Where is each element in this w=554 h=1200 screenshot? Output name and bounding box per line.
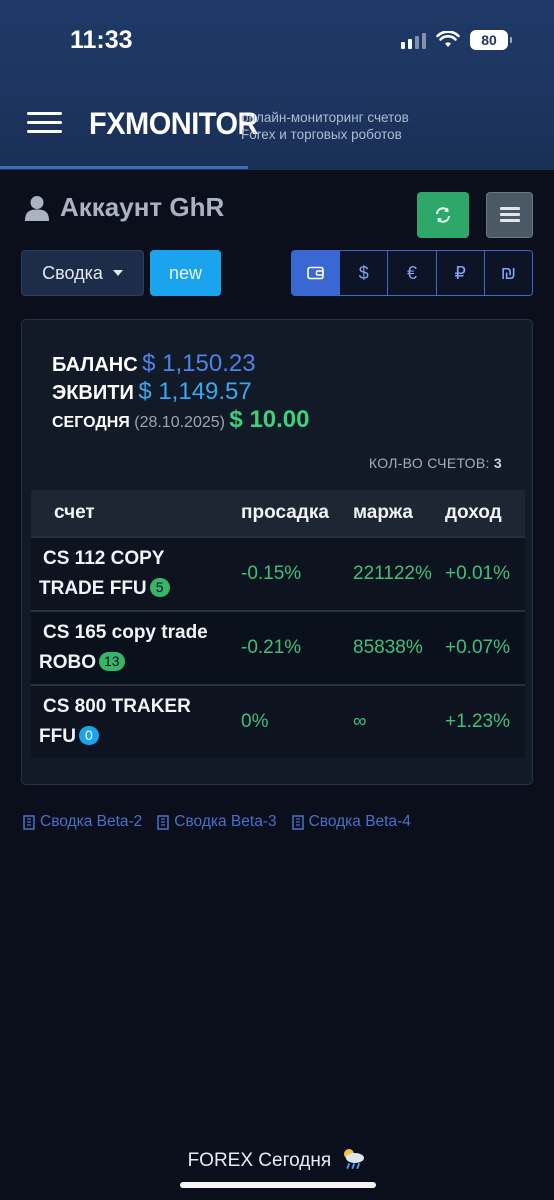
menu-button[interactable] bbox=[27, 112, 62, 134]
currency-switcher: $ € ₽ ₪ bbox=[291, 250, 533, 296]
tagline-line1: онлайн-мониторинг счетов bbox=[241, 110, 409, 125]
currency-eur-button[interactable]: € bbox=[387, 251, 436, 295]
account-name-line1: CS 165 copy trade bbox=[43, 622, 208, 643]
tagline-line2: Forex и торговых роботов bbox=[241, 127, 402, 142]
accounts-count-value: 3 bbox=[493, 455, 502, 471]
chevron-down-icon bbox=[112, 270, 123, 276]
today-date: (28.10.2025) bbox=[134, 414, 225, 431]
summary-dropdown-label: Сводка bbox=[42, 262, 103, 283]
margin-value: 221122% bbox=[353, 563, 432, 584]
account-name[interactable]: CS 165 copy trade ROBO 13 bbox=[31, 618, 231, 678]
today-label: СЕГОДНЯ bbox=[52, 414, 130, 431]
signal-icon bbox=[401, 31, 426, 49]
income-value: +1.23% bbox=[445, 711, 510, 732]
beta-2-link[interactable]: Сводка Beta-2 bbox=[22, 813, 142, 831]
status-time: 11:33 bbox=[70, 26, 133, 54]
currency-usd-button[interactable]: $ bbox=[339, 251, 388, 295]
status-icons: 80 bbox=[401, 30, 512, 50]
table-row[interactable]: CS 800 TRAKER FFU 0 0% ∞ +1.23% bbox=[31, 684, 525, 758]
building-icon bbox=[157, 814, 170, 830]
header-progress-line bbox=[0, 166, 248, 169]
table-header: счет просадка маржа доход bbox=[31, 490, 525, 536]
app-header: 11:33 80 FXMONITOR онлайн-мониторинг сче… bbox=[0, 0, 554, 170]
margin-value: 85838% bbox=[353, 637, 423, 658]
currency-rub-button[interactable]: ₽ bbox=[435, 251, 484, 295]
equity-value: $ 1,149.57 bbox=[138, 378, 252, 405]
accounts-count: КОЛ-ВО СЧЕТОВ: 3 bbox=[369, 455, 502, 471]
drawdown-value: -0.21% bbox=[241, 637, 302, 658]
home-indicator bbox=[180, 1182, 376, 1188]
col-header-income[interactable]: доход bbox=[437, 502, 525, 524]
forex-today-banner[interactable]: FOREX Сегодня bbox=[0, 1146, 554, 1172]
income-value: +0.01% bbox=[445, 563, 510, 584]
col-header-drawdown[interactable]: просадка bbox=[231, 502, 341, 524]
weather-icon bbox=[344, 1149, 365, 1169]
balance-value: $ 1,150.23 bbox=[142, 350, 256, 377]
account-name[interactable]: CS 112 COPY TRADE FFU 5 bbox=[31, 544, 231, 604]
account-name-line1: CS 112 COPY bbox=[43, 548, 165, 569]
drawdown-value: -0.15% bbox=[241, 563, 302, 584]
beta-4-link[interactable]: Сводка Beta-4 bbox=[291, 813, 411, 831]
currency-wallet-button[interactable] bbox=[292, 251, 340, 295]
table-row[interactable]: CS 112 COPY TRADE FFU 5 -0.15% 221122% +0… bbox=[31, 536, 525, 610]
account-heading: Аккаунт GhR bbox=[24, 192, 224, 223]
app-logo[interactable]: FXMONITOR bbox=[89, 106, 258, 142]
trades-badge: 13 bbox=[99, 652, 125, 671]
building-icon bbox=[291, 814, 304, 830]
accounts-table: счет просадка маржа доход CS 112 COPY TR… bbox=[31, 490, 525, 758]
app-tagline: онлайн-мониторинг счетов Forex и торговы… bbox=[241, 109, 409, 143]
forex-today-label: FOREX Сегодня bbox=[187, 1150, 332, 1171]
account-title: Аккаунт GhR bbox=[60, 192, 225, 222]
today-row: СЕГОДНЯ (28.10.2025) $ 10.00 bbox=[52, 406, 310, 434]
refresh-icon bbox=[436, 207, 450, 223]
new-button[interactable]: new bbox=[150, 250, 221, 296]
building-icon bbox=[23, 814, 35, 830]
account-name-line2: FFU 0 bbox=[39, 722, 231, 752]
balance-label: БАЛАНС bbox=[52, 354, 138, 376]
wifi-icon bbox=[436, 31, 460, 47]
list-view-button[interactable] bbox=[486, 192, 533, 238]
beta-3-link[interactable]: Сводка Beta-3 bbox=[156, 813, 277, 831]
summary-card: БАЛАНС $ 1,150.23 ЭКВИТИ $ 1,149.57 СЕГО… bbox=[21, 319, 533, 785]
beta-links: Сводка Beta-2 Сводка Beta-3 Сводка Beta-… bbox=[22, 813, 411, 831]
col-header-margin[interactable]: маржа bbox=[341, 502, 437, 524]
equity-row: ЭКВИТИ $ 1,149.57 bbox=[52, 378, 252, 406]
trades-badge: 5 bbox=[149, 578, 170, 597]
battery-icon: 80 bbox=[470, 30, 512, 50]
accounts-count-label: КОЛ-ВО СЧЕТОВ: bbox=[368, 455, 490, 471]
margin-value: ∞ bbox=[353, 711, 367, 732]
drawdown-value: 0% bbox=[241, 711, 269, 732]
list-icon bbox=[499, 207, 520, 222]
summary-dropdown[interactable]: Сводка bbox=[21, 250, 144, 296]
trades-badge: 0 bbox=[78, 726, 99, 745]
account-name[interactable]: CS 800 TRAKER FFU 0 bbox=[31, 692, 231, 752]
account-name-line1: CS 800 TRAKER bbox=[43, 696, 191, 717]
balance-row: БАЛАНС $ 1,150.23 bbox=[52, 350, 256, 378]
today-value: $ 10.00 bbox=[229, 406, 310, 433]
col-header-account[interactable]: счет bbox=[31, 502, 231, 524]
income-value: +0.07% bbox=[445, 637, 510, 658]
account-name-line2: ROBO 13 bbox=[39, 648, 231, 678]
wallet-icon bbox=[307, 266, 324, 280]
account-name-line2: TRADE FFU 5 bbox=[39, 574, 231, 604]
table-row[interactable]: CS 165 copy trade ROBO 13 -0.21% 85838% +… bbox=[31, 610, 525, 684]
equity-label: ЭКВИТИ bbox=[52, 382, 134, 404]
refresh-button[interactable] bbox=[417, 192, 469, 238]
currency-ils-button[interactable]: ₪ bbox=[483, 251, 532, 295]
user-icon bbox=[25, 195, 49, 221]
